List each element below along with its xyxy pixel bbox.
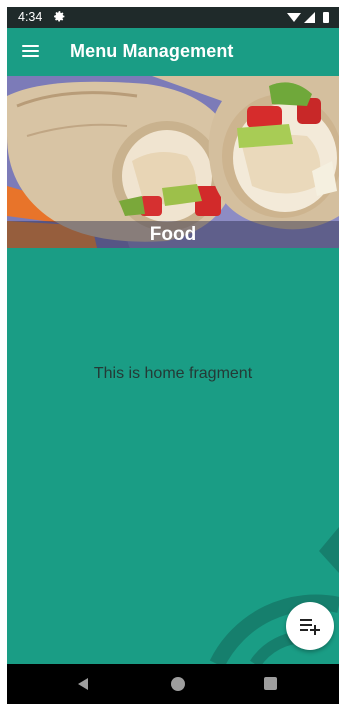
playlist-add-icon <box>300 619 320 635</box>
add-menu-button[interactable] <box>286 602 334 650</box>
recents-icon[interactable] <box>264 677 277 690</box>
background-decoration <box>209 527 339 668</box>
back-icon[interactable] <box>76 677 90 691</box>
system-nav-bar <box>7 664 339 704</box>
home-icon[interactable] <box>171 677 185 691</box>
app-screen: 4:34 Menu Management Food This is home f… <box>7 7 339 704</box>
